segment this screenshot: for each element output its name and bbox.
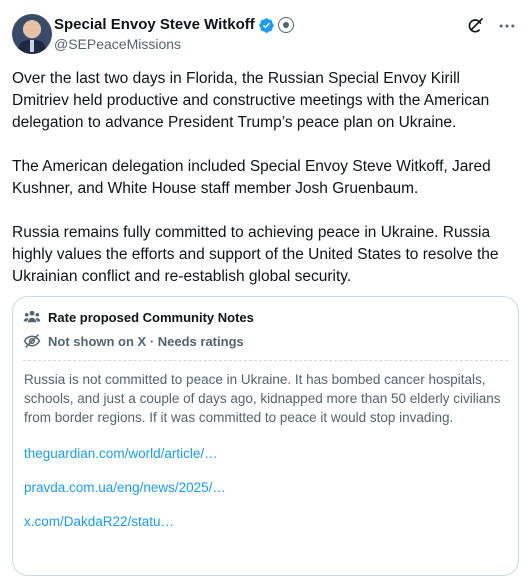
tweet-text: Over the last two days in Florida, the R… xyxy=(12,68,517,310)
author-display-name[interactable]: Special Envoy Steve Witkoff xyxy=(54,16,255,34)
government-seal-icon xyxy=(277,17,294,33)
community-note-text: Russia is not committed to peace in Ukra… xyxy=(24,372,501,425)
community-note-header: Rate proposed Community Notes Not shown … xyxy=(13,297,518,349)
avatar[interactable] xyxy=(12,14,52,54)
source-link[interactable]: pravda.com.ua/eng/news/2025/… xyxy=(24,478,509,497)
community-note-title: Rate proposed Community Notes xyxy=(48,309,254,325)
source-link[interactable]: theguardian.com/world/article/… xyxy=(24,444,509,463)
verified-badge-icon xyxy=(259,17,274,33)
tweet-paragraph: Over the last two days in Florida, the R… xyxy=(12,70,490,131)
tweet-paragraph: Russia remains fully committed to achiev… xyxy=(12,224,499,285)
eye-slash-icon xyxy=(23,334,41,348)
community-note-body: Russia is not committed to peace in Ukra… xyxy=(24,370,509,531)
grok-icon[interactable] xyxy=(465,16,485,36)
author-block: Special Envoy Steve Witkoff @SEPeaceMiss… xyxy=(54,16,294,53)
source-link[interactable]: x.com/DakdaR22/statu… xyxy=(24,512,509,531)
tweet-header: Special Envoy Steve Witkoff @SEPeaceMiss… xyxy=(12,14,519,58)
community-note-card[interactable]: Rate proposed Community Notes Not shown … xyxy=(12,296,519,576)
tweet-paragraph: The American delegation included Special… xyxy=(12,158,491,197)
community-note-status: Not shown on X · Needs ratings xyxy=(48,333,244,349)
author-handle[interactable]: @SEPeaceMissions xyxy=(54,35,294,53)
community-people-icon xyxy=(23,310,41,323)
more-icon[interactable] xyxy=(497,16,517,36)
divider xyxy=(23,360,508,361)
